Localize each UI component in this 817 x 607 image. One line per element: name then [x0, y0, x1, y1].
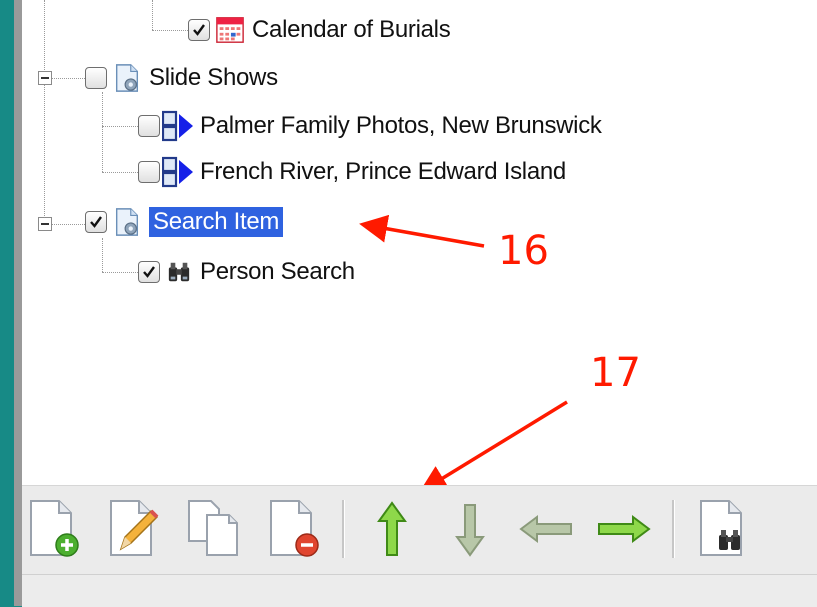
toolbar: [22, 485, 817, 574]
tree-item-label: Calendar of Burials: [252, 16, 451, 43]
tree-line: [102, 272, 138, 273]
annotation-17: 17: [590, 350, 641, 396]
edit-page-icon: [110, 500, 159, 556]
arrow-up-icon: [377, 501, 407, 556]
toolbar-separator: [672, 500, 675, 558]
new-page-icon: [30, 500, 79, 557]
tree-item-calendar-of-burials[interactable]: Calendar of Burials: [188, 11, 451, 49]
copy-item-button[interactable]: [184, 496, 244, 562]
checkbox[interactable]: [85, 67, 107, 89]
status-bar: [22, 574, 817, 607]
tree-item-label: French River, Prince Edward Island: [200, 158, 566, 185]
tree-item-label: Search Item: [149, 207, 284, 237]
tree-item-palmer-family-photos[interactable]: Palmer Family Photos, New Brunswick: [138, 107, 602, 145]
tree-item-person-search[interactable]: Person Search: [138, 253, 355, 291]
arrow-left-icon: [519, 515, 572, 543]
arrow-right-icon: [598, 515, 651, 543]
delete-page-icon: [270, 500, 319, 557]
move-down-button[interactable]: [440, 496, 500, 562]
tree-item-label: Slide Shows: [149, 64, 278, 91]
toolbar-separator: [342, 500, 345, 558]
tree-item-search-item[interactable]: Search Item: [85, 203, 284, 241]
collapse-slide-shows-button[interactable]: [38, 71, 52, 85]
slideshow-icon: [162, 156, 194, 188]
tree-item-slide-shows[interactable]: Slide Shows: [85, 59, 278, 97]
tree-line: [102, 238, 103, 272]
search-page-icon: [700, 500, 742, 556]
tree-line: [102, 172, 138, 173]
arrow-down-icon: [455, 504, 485, 557]
gear-page-icon: [111, 206, 143, 238]
checkbox[interactable]: [138, 115, 160, 137]
tree-line: [51, 224, 85, 225]
checkbox[interactable]: [85, 211, 107, 233]
search-button[interactable]: [694, 496, 754, 562]
gear-page-icon: [111, 62, 143, 94]
tree-line: [102, 92, 103, 172]
checkbox[interactable]: [138, 161, 160, 183]
tree-line: [102, 126, 138, 127]
tree-item-french-river[interactable]: French River, Prince Edward Island: [138, 153, 566, 191]
collapse-search-item-button[interactable]: [38, 217, 52, 231]
edit-item-button[interactable]: [104, 496, 164, 562]
tree-line: [152, 0, 153, 30]
move-left-button[interactable]: [516, 496, 576, 562]
copy-page-icon: [188, 500, 238, 556]
slideshow-icon: [162, 110, 194, 142]
delete-item-button[interactable]: [264, 496, 324, 562]
checkbox[interactable]: [188, 19, 210, 41]
tree-line: [44, 0, 45, 230]
binoculars-icon: [166, 256, 192, 288]
move-right-button[interactable]: [594, 496, 654, 562]
tree-panel: Calendar of Burials Slide Shows Palmer F…: [22, 0, 817, 485]
move-up-button[interactable]: [362, 496, 422, 562]
new-item-button[interactable]: [24, 496, 84, 562]
tree-item-label: Palmer Family Photos, New Brunswick: [200, 112, 602, 139]
annotation-16: 16: [498, 228, 549, 274]
checkbox[interactable]: [138, 261, 160, 283]
tree-line: [51, 78, 85, 79]
tree-item-label: Person Search: [200, 258, 355, 285]
calendar-icon: [214, 14, 246, 46]
tree-line: [152, 30, 188, 31]
